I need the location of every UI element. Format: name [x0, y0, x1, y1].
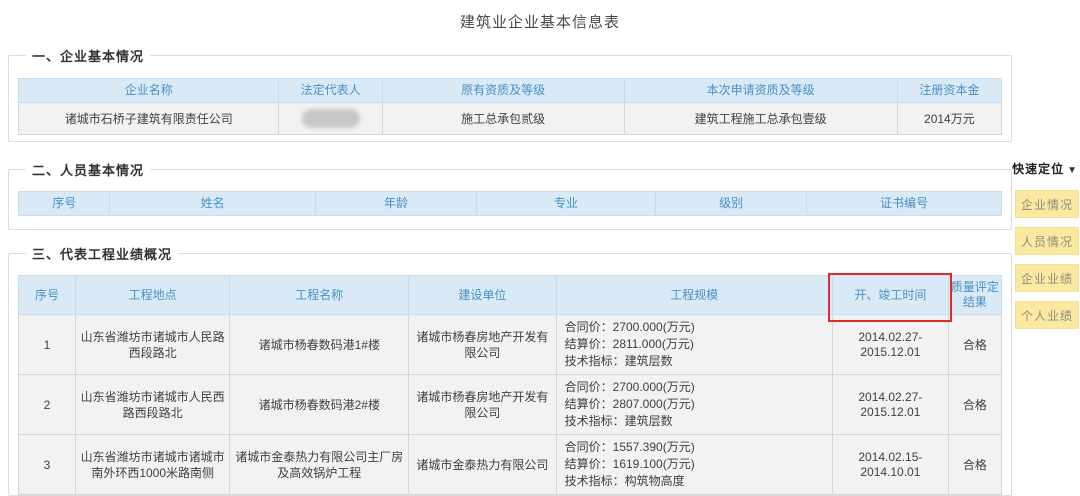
- cell-construction-unit: 诸城市杨春房地产开发有限公司: [409, 375, 556, 435]
- cell-applied-qualification: 建筑工程施工总承包壹级: [624, 103, 897, 135]
- cell-seq-no: 3: [19, 435, 76, 495]
- header-age: 年龄: [315, 192, 476, 216]
- date-end: 2015.12.01: [836, 405, 945, 420]
- cell-construction-unit: 诸城市杨春房地产开发有限公司: [409, 315, 556, 375]
- cell-registered-capital: 2014万元: [897, 103, 1001, 135]
- header-certificate-no: 证书编号: [807, 192, 1002, 216]
- scale-settlement-price: 结算价：2811.000(万元): [565, 336, 829, 353]
- scale-technical-indicator: 技术指标：建筑层数: [565, 413, 829, 430]
- header-original-qualification: 原有资质及等级: [382, 79, 624, 103]
- date-start: 2014.02.27-: [836, 330, 945, 345]
- chevron-down-icon: ▼: [1067, 165, 1078, 176]
- quick-nav-company-performance-button[interactable]: 企业业绩: [1015, 264, 1079, 292]
- header-project-name: 工程名称: [230, 276, 409, 315]
- cell-project-name: 诸城市杨春数码港1#楼: [230, 315, 409, 375]
- date-start: 2014.02.15-: [836, 450, 945, 465]
- cell-location: 山东省潍坊市诸城市人民西路西段路北: [76, 375, 230, 435]
- cell-project-scale: 合同价：1557.390(万元) 结算价：1619.100(万元) 技术指标：构…: [556, 435, 832, 495]
- scale-technical-indicator: 技术指标：建筑层数: [565, 353, 829, 370]
- header-start-completion-dates: 开、竣工时间: [832, 276, 948, 315]
- quick-nav-title-label: 快速定位: [1012, 162, 1064, 176]
- cell-project-name: 诸城市杨春数码港2#楼: [230, 375, 409, 435]
- date-start: 2014.02.27-: [836, 390, 945, 405]
- page-title: 建筑业企业基本信息表: [0, 0, 1080, 32]
- section-personnel-info: 二、人员基本情况 序号 姓名 年龄 专业 级别 证书编号: [8, 160, 1012, 230]
- cell-project-scale: 合同价：2700.000(万元) 结算价：2811.000(万元) 技术指标：建…: [556, 315, 832, 375]
- cell-legal-representative: [279, 103, 382, 135]
- cell-quality: 合格: [948, 375, 1001, 435]
- quick-nav-panel: 快速定位▼ 企业情况 人员情况 企业业绩 个人业绩: [1007, 160, 1079, 329]
- performance-table: 序号 工程地点 工程名称 建设单位 工程规模 开、竣工时间 质量评定结果 1 山…: [18, 275, 1002, 495]
- performance-row-2: 2 山东省潍坊市诸城市人民西路西段路北 诸城市杨春数码港2#楼 诸城市杨春房地产…: [19, 375, 1002, 435]
- section-company-legend: 一、企业基本情况: [26, 46, 150, 65]
- cell-quality: 合格: [948, 435, 1001, 495]
- redacted-blur: [302, 109, 360, 128]
- personnel-table: 序号 姓名 年龄 专业 级别 证书编号: [18, 191, 1002, 216]
- cell-seq-no: 2: [19, 375, 76, 435]
- header-registered-capital: 注册资本金: [897, 79, 1001, 103]
- cell-original-qualification: 施工总承包贰级: [382, 103, 624, 135]
- header-person-name: 姓名: [110, 192, 315, 216]
- section-performance-info: 三、代表工程业绩概况 序号 工程地点 工程名称 建设单位 工程规模 开、竣工时间…: [8, 244, 1012, 496]
- quick-nav-personnel-info-button[interactable]: 人员情况: [1015, 227, 1079, 255]
- section-personnel-legend: 二、人员基本情况: [26, 160, 150, 179]
- scale-contract-price: 合同价：1557.390(万元): [565, 439, 829, 456]
- scale-contract-price: 合同价：2700.000(万元): [565, 379, 829, 396]
- cell-project-name: 诸城市金泰热力有限公司主厂房及高效锅炉工程: [230, 435, 409, 495]
- header-specialty: 专业: [477, 192, 656, 216]
- company-table-data-row: 诸城市石桥子建筑有限责任公司 施工总承包贰级 建筑工程施工总承包壹级 2014万…: [19, 103, 1002, 135]
- cell-dates: 2014.02.15- 2014.10.01: [832, 435, 948, 495]
- performance-row-3: 3 山东省潍坊市诸城市诸城市南外环西1000米路南侧 诸城市金泰热力有限公司主厂…: [19, 435, 1002, 495]
- header-legal-representative: 法定代表人: [279, 79, 382, 103]
- header-seq-no: 序号: [19, 192, 110, 216]
- header-quality-rating: 质量评定结果: [948, 276, 1001, 315]
- cell-company-name: 诸城市石桥子建筑有限责任公司: [19, 103, 279, 135]
- company-table-header-row: 企业名称 法定代表人 原有资质及等级 本次申请资质及等级 注册资本金: [19, 79, 1002, 103]
- cell-location: 山东省潍坊市诸城市诸城市南外环西1000米路南侧: [76, 435, 230, 495]
- header-start-completion-dates-label: 开、竣工时间: [854, 288, 926, 302]
- section-performance-legend: 三、代表工程业绩概况: [26, 244, 178, 263]
- scale-technical-indicator: 技术指标：构筑物高度: [565, 473, 829, 490]
- company-table: 企业名称 法定代表人 原有资质及等级 本次申请资质及等级 注册资本金 诸城市石桥…: [18, 78, 1002, 135]
- scale-contract-price: 合同价：2700.000(万元): [565, 319, 829, 336]
- personnel-table-header-row: 序号 姓名 年龄 专业 级别 证书编号: [19, 192, 1002, 216]
- section-company-info: 一、企业基本情况 企业名称 法定代表人 原有资质及等级 本次申请资质及等级 注册…: [8, 46, 1012, 142]
- header-project-location: 工程地点: [76, 276, 230, 315]
- cell-construction-unit: 诸城市金泰热力有限公司: [409, 435, 556, 495]
- cell-dates: 2014.02.27- 2015.12.01: [832, 315, 948, 375]
- scale-settlement-price: 结算价：1619.100(万元): [565, 456, 829, 473]
- date-end: 2015.12.01: [836, 345, 945, 360]
- quick-nav-toggle[interactable]: 快速定位▼: [1007, 160, 1079, 177]
- header-applied-qualification: 本次申请资质及等级: [624, 79, 897, 103]
- cell-quality: 合格: [948, 315, 1001, 375]
- quick-nav-personal-performance-button[interactable]: 个人业绩: [1015, 301, 1079, 329]
- header-level: 级别: [655, 192, 806, 216]
- performance-row-1: 1 山东省潍坊市诸城市人民路西段路北 诸城市杨春数码港1#楼 诸城市杨春房地产开…: [19, 315, 1002, 375]
- date-end: 2014.10.01: [836, 465, 945, 480]
- cell-dates: 2014.02.27- 2015.12.01: [832, 375, 948, 435]
- scale-settlement-price: 结算价：2807.000(万元): [565, 396, 829, 413]
- header-seq-no: 序号: [19, 276, 76, 315]
- performance-table-header-row: 序号 工程地点 工程名称 建设单位 工程规模 开、竣工时间 质量评定结果: [19, 276, 1002, 315]
- header-project-scale: 工程规模: [556, 276, 832, 315]
- cell-location: 山东省潍坊市诸城市人民路西段路北: [76, 315, 230, 375]
- quick-nav-company-info-button[interactable]: 企业情况: [1015, 190, 1079, 218]
- cell-project-scale: 合同价：2700.000(万元) 结算价：2807.000(万元) 技术指标：建…: [556, 375, 832, 435]
- header-construction-unit: 建设单位: [409, 276, 556, 315]
- cell-seq-no: 1: [19, 315, 76, 375]
- header-company-name: 企业名称: [19, 79, 279, 103]
